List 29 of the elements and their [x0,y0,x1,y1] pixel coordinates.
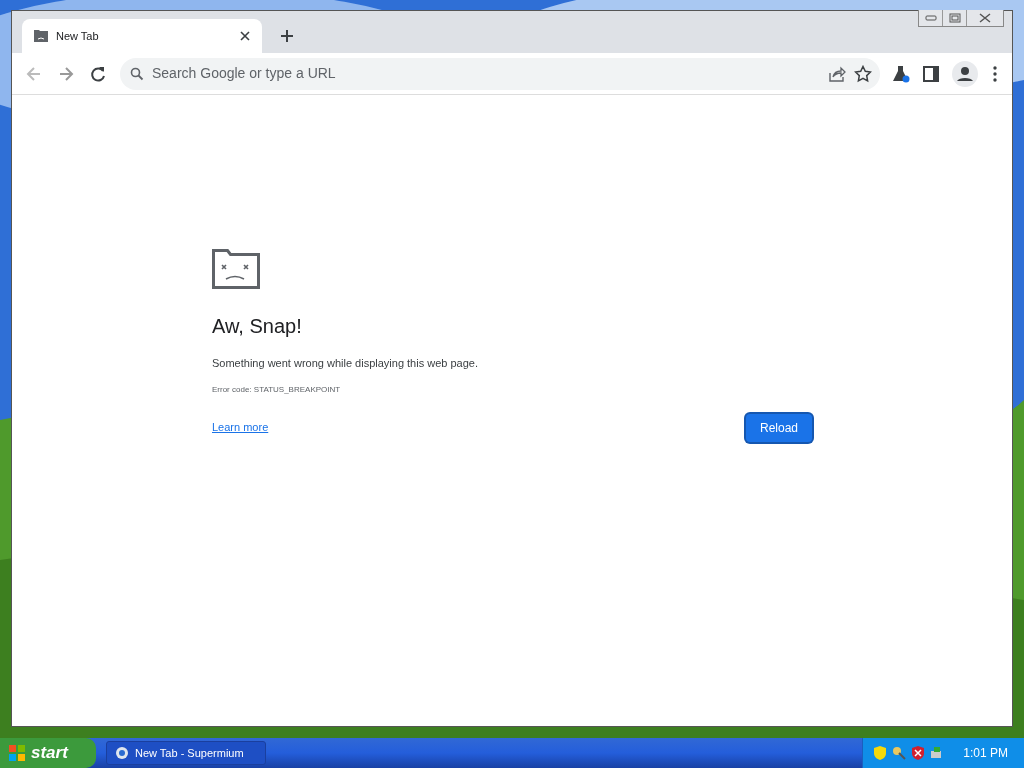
menu-icon[interactable] [990,64,1000,83]
sad-folder-icon [212,249,260,289]
taskbar-button[interactable]: New Tab - Supermium [106,741,266,765]
address-field[interactable]: Search Google or type a URL [152,63,820,84]
close-icon[interactable] [240,31,250,41]
profile-icon[interactable] [952,60,978,87]
maximize-icon [948,13,961,23]
minimize-icon [924,15,937,21]
star-icon[interactable] [854,64,872,83]
browser-icon [115,746,129,760]
share-icon[interactable] [828,64,846,83]
plus-icon [280,29,294,43]
error-message: Something went wrong while displaying this web page. [212,356,479,371]
sad-folder-icon [34,30,48,42]
clock: 1:01 PM [963,745,1008,762]
shield-icon[interactable] [911,745,926,761]
browser-tab[interactable]: New Tab [22,19,262,53]
flask-icon[interactable] [892,64,910,83]
windows-logo-icon [8,744,26,762]
close-icon [979,13,991,23]
start-button[interactable]: start [0,738,96,768]
search-icon [130,66,144,81]
error-heading: Aw, Snap! [212,314,303,339]
tab-title: New Tab [56,28,100,44]
reload-button[interactable]: Reload [745,413,812,442]
side-panel-icon[interactable] [922,64,940,83]
error-code: Error code: STATUS_BREAKPOINT [212,383,342,396]
learn-more-link[interactable]: Learn more [212,419,269,436]
address-bar[interactable]: Search Google or type a URL [120,57,880,90]
